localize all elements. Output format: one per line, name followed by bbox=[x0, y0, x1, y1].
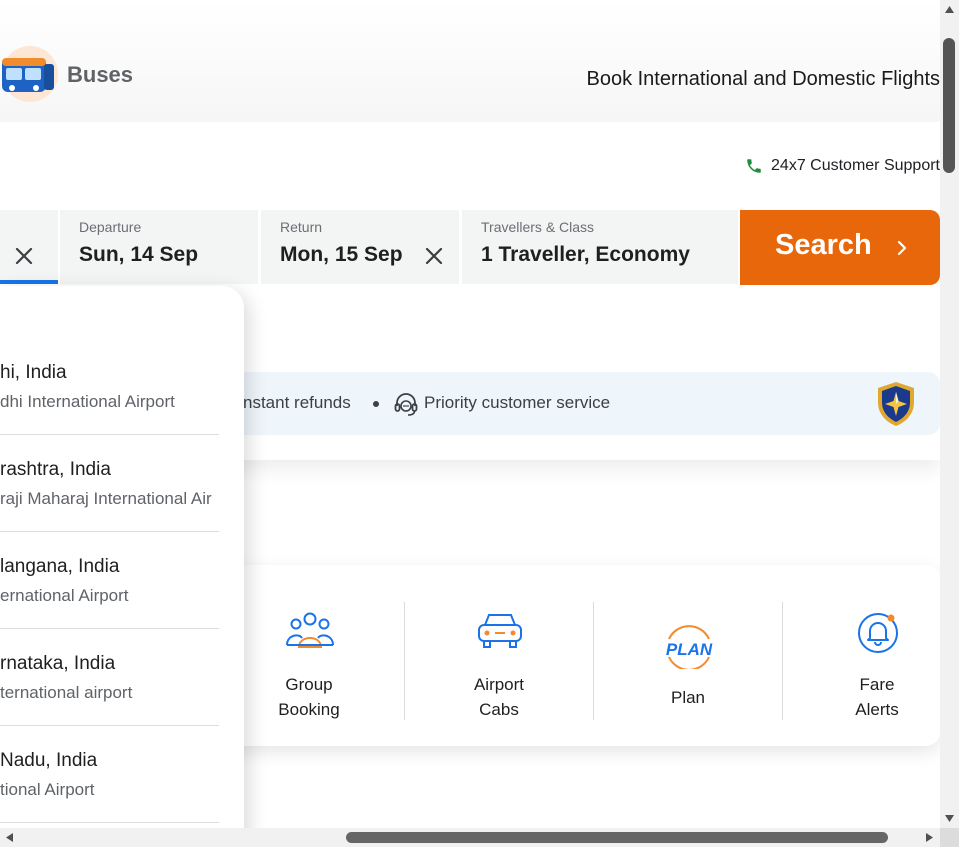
phone-icon bbox=[747, 159, 761, 173]
horizontal-scroll-thumb[interactable] bbox=[346, 832, 888, 843]
suggestion-airport: ernational Airport bbox=[0, 586, 129, 605]
headset-icon bbox=[394, 393, 418, 416]
benefit-instant-refunds: nstant refunds bbox=[243, 393, 351, 412]
search-button[interactable]: Search bbox=[740, 210, 940, 285]
page-viewport: Buses Book International and Domestic Fl… bbox=[0, 0, 940, 828]
chevron-right-icon bbox=[897, 240, 907, 256]
buses-label[interactable]: Buses bbox=[67, 62, 133, 88]
group-icon bbox=[286, 612, 334, 648]
suggestion-airport: tional Airport bbox=[0, 780, 95, 799]
travellers-field[interactable]: Travellers & Class 1 Traveller, Economy bbox=[462, 210, 738, 284]
departure-value: Sun, 14 Sep bbox=[79, 243, 199, 266]
scroll-up-icon[interactable] bbox=[944, 5, 955, 14]
scroll-down-icon[interactable] bbox=[944, 814, 955, 823]
list-item[interactable]: hi, India dhi International Airport bbox=[0, 286, 219, 435]
shield-icon bbox=[878, 382, 914, 426]
travellers-value: 1 Traveller, Economy bbox=[481, 243, 690, 266]
return-field[interactable]: Return Mon, 15 Sep bbox=[261, 210, 459, 284]
separator-dot bbox=[373, 401, 379, 407]
scroll-left-icon[interactable] bbox=[5, 832, 14, 843]
service-plan[interactable]: PLAN Plan bbox=[594, 601, 782, 721]
horizontal-scrollbar[interactable] bbox=[0, 828, 940, 847]
suggestion-city: hi, India bbox=[0, 362, 67, 383]
from-field[interactable] bbox=[0, 210, 58, 284]
suggestion-airport: raji Maharaj International Air bbox=[0, 489, 212, 508]
customer-support[interactable]: 24x7 Customer Support bbox=[745, 157, 940, 175]
suggestion-airport: dhi International Airport bbox=[0, 392, 175, 411]
travellers-label: Travellers & Class bbox=[481, 219, 595, 235]
return-label: Return bbox=[280, 219, 323, 235]
suggestion-city: Nadu, India bbox=[0, 750, 98, 771]
svg-text:PLAN: PLAN bbox=[666, 640, 713, 659]
suggestion-city: rnataka, India bbox=[0, 653, 116, 674]
vertical-scrollbar[interactable] bbox=[940, 0, 959, 828]
search-label: Search bbox=[775, 229, 872, 261]
vertical-scroll-thumb[interactable] bbox=[943, 38, 955, 173]
plan-icon: PLAN bbox=[666, 625, 713, 669]
return-value: Mon, 15 Sep bbox=[280, 243, 403, 266]
list-item[interactable]: langana, India ernational Airport bbox=[0, 532, 219, 629]
service-airport-cabs[interactable]: Airport Cabs bbox=[405, 601, 593, 721]
support-label: 24x7 Customer Support bbox=[771, 157, 940, 174]
benefit-priority-service: Priority customer service bbox=[424, 393, 611, 412]
suggestion-city: rashtra, India bbox=[0, 459, 111, 480]
list-item[interactable]: rashtra, India raji Maharaj Internationa… bbox=[0, 435, 219, 532]
service-label: Plan bbox=[670, 688, 706, 707]
departure-field[interactable]: Departure Sun, 14 Sep bbox=[60, 210, 258, 284]
car-icon bbox=[478, 614, 522, 648]
suggestion-city: langana, India bbox=[0, 556, 120, 577]
scrollbar-corner bbox=[940, 828, 959, 847]
scroll-right-icon[interactable] bbox=[925, 832, 934, 843]
suggestion-airport: ternational airport bbox=[0, 683, 133, 702]
header: Buses Book International and Domestic Fl… bbox=[0, 0, 940, 122]
bell-icon bbox=[858, 613, 898, 653]
close-icon[interactable] bbox=[14, 246, 34, 266]
airport-suggestions-dropdown: hi, India dhi International Airport rash… bbox=[0, 286, 244, 828]
list-item[interactable]: Nadu, India tional Airport bbox=[0, 726, 219, 823]
close-icon[interactable] bbox=[424, 246, 444, 266]
departure-label: Departure bbox=[79, 219, 142, 235]
service-label: Airport Cabs bbox=[473, 675, 525, 719]
bus-icon bbox=[2, 46, 58, 102]
service-label: Fare Alerts bbox=[855, 675, 899, 719]
list-item[interactable]: rnataka, India ternational airport bbox=[0, 629, 219, 726]
service-fare-alerts[interactable]: Fare Alerts bbox=[783, 601, 940, 721]
page-tagline: Book International and Domestic Flights bbox=[586, 68, 940, 90]
